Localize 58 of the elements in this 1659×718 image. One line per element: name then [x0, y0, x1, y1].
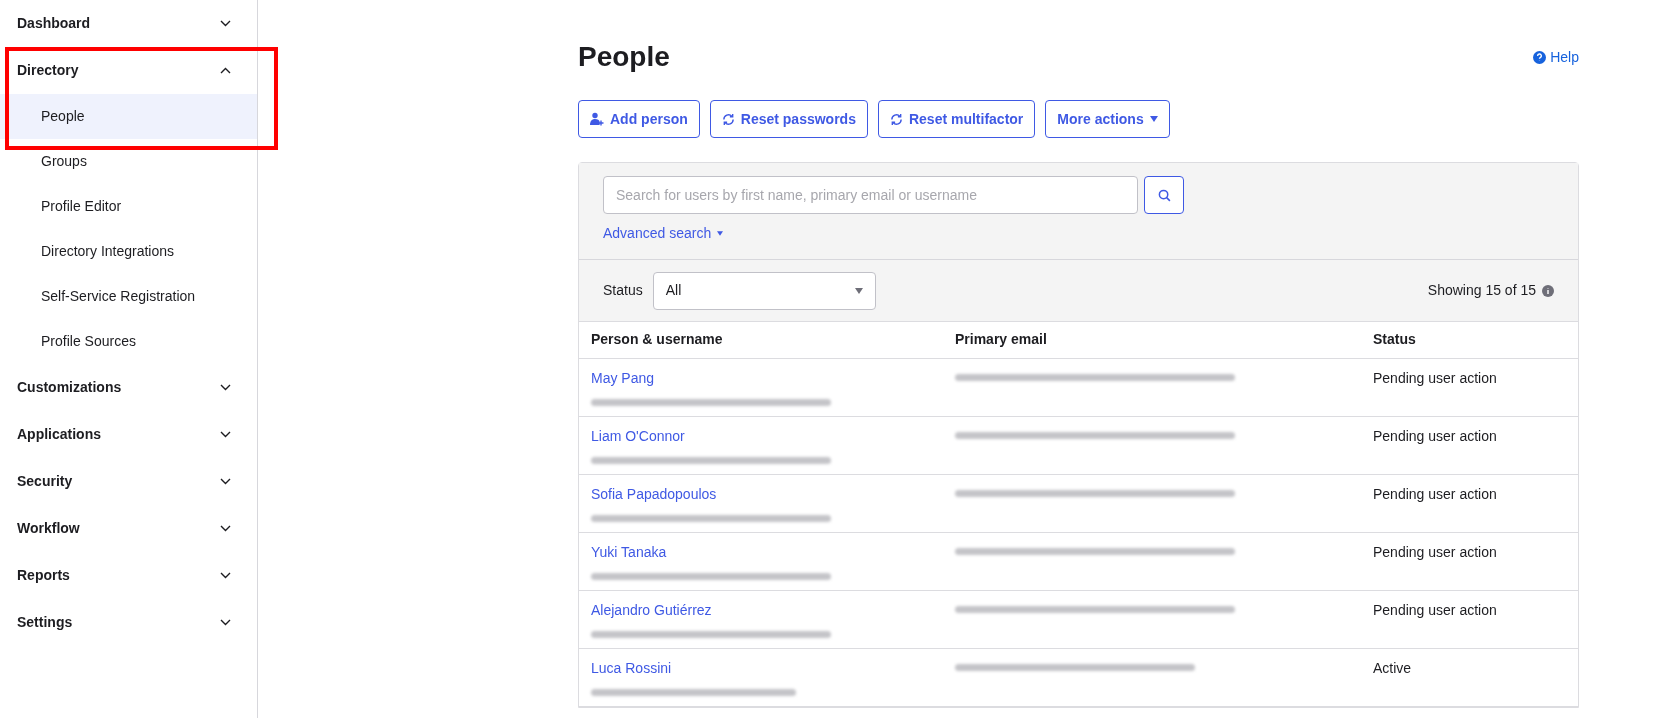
nav-item[interactable]: Profile Sources: [0, 319, 257, 364]
chevron-icon: [220, 384, 231, 391]
refresh-icon: [889, 112, 903, 126]
caret-icon: [1149, 116, 1158, 122]
advanced-search-link[interactable]: Advanced search: [603, 223, 724, 244]
chevron-icon: [220, 20, 231, 27]
nav-item[interactable]: Directory Integrations: [0, 229, 257, 274]
status-text: Pending user action: [1373, 369, 1497, 386]
add-person-icon: [590, 112, 604, 126]
person-name-link[interactable]: Luca Rossini: [591, 657, 931, 679]
chevron-icon: [220, 525, 231, 532]
action-button[interactable]: Reset multifactor: [877, 100, 1036, 138]
nav-item[interactable]: People: [0, 94, 257, 139]
status-text: Pending user action: [1373, 601, 1497, 618]
caret-icon: [717, 231, 724, 236]
nav-section[interactable]: Workflow: [0, 505, 257, 552]
nav-section[interactable]: Customizations: [0, 364, 257, 411]
nav-section[interactable]: Directory: [0, 47, 257, 94]
action-button[interactable]: Reset passwords: [709, 100, 868, 138]
search-field[interactable]: Search for users by first name, primary email or username: [603, 176, 1138, 214]
status-text: Pending user action: [1373, 543, 1497, 560]
nav-item[interactable]: Profile Editor: [0, 184, 257, 229]
column-header: Person & username: [579, 322, 943, 358]
nav-section[interactable]: Security: [0, 458, 257, 505]
search-icon: [1157, 188, 1171, 202]
refresh-icon: [721, 112, 735, 126]
dropdown-caret-icon: [854, 287, 863, 294]
person-name-link[interactable]: Liam O'Connor: [591, 425, 931, 447]
nav-section[interactable]: Settings: [0, 599, 257, 646]
person-name-link[interactable]: May Pang: [591, 367, 931, 389]
person-name-link[interactable]: Alejandro Gutiérrez: [591, 599, 931, 621]
chevron-icon: [220, 572, 231, 579]
nav-section[interactable]: Applications: [0, 411, 257, 458]
person-name-link[interactable]: Sofia Papadopoulos: [591, 483, 931, 505]
help-link[interactable]: Help: [1533, 46, 1579, 68]
status-text: Pending user action: [1373, 427, 1497, 444]
more-actions-button[interactable]: More actions: [1045, 100, 1170, 138]
chevron-icon: [220, 431, 231, 438]
info-icon: [1542, 284, 1554, 297]
page-title: People: [578, 40, 670, 74]
nav-item[interactable]: Self-Service Registration: [0, 274, 257, 319]
status-dropdown[interactable]: All: [652, 271, 876, 310]
status-label: Status: [603, 281, 643, 300]
nav-item[interactable]: Groups: [0, 139, 257, 184]
column-header: Primary email: [943, 322, 1361, 358]
help-icon: [1533, 50, 1547, 64]
nav-section[interactable]: Reports: [0, 552, 257, 599]
nav-section[interactable]: Dashboard: [0, 0, 257, 47]
action-button[interactable]: Add person: [578, 100, 700, 138]
chevron-icon: [220, 619, 231, 626]
chevron-icon: [220, 67, 231, 74]
search-button[interactable]: [1144, 176, 1184, 214]
status-text: Active: [1373, 659, 1412, 676]
column-header: Status: [1361, 322, 1578, 358]
status-text: Pending user action: [1373, 485, 1497, 502]
chevron-icon: [220, 478, 231, 485]
result-count: Showing 15 of 15: [1427, 281, 1536, 300]
person-name-link[interactable]: Yuki Tanaka: [591, 541, 931, 563]
